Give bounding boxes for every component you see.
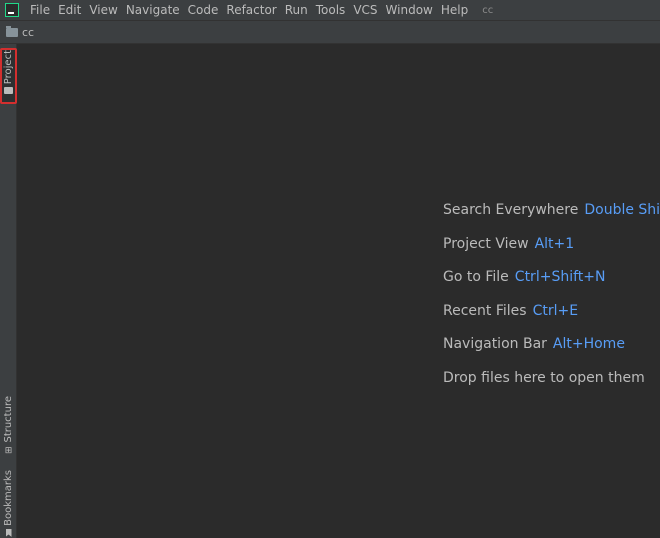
bookmark-icon [5, 528, 12, 537]
hint-drop-files: Drop files here to open them [443, 368, 660, 388]
menu-edit[interactable]: Edit [54, 3, 85, 17]
menu-window[interactable]: Window [382, 3, 437, 17]
hint-label: Project View [443, 235, 529, 252]
navigation-bar: cc [0, 20, 660, 44]
menu-view[interactable]: View [85, 3, 121, 17]
hint-shortcut: Alt+Home [552, 336, 625, 352]
structure-tool-label: Structure [3, 396, 14, 443]
hint-shortcut: Ctrl+E [532, 302, 579, 319]
project-tool-button[interactable]: Project [0, 48, 17, 104]
hint-label: Recent Files [443, 302, 527, 319]
window-title: cc [482, 4, 494, 16]
hint-recent-files: Recent Files Ctrl+E [443, 301, 660, 321]
structure-tool-button[interactable]: Structure ⊞ [0, 396, 17, 456]
project-tool-label: Project [3, 50, 14, 85]
menu-help[interactable]: Help [437, 3, 472, 17]
hint-label: Drop files here to open them [443, 369, 645, 386]
app-icon[interactable] [5, 3, 19, 17]
bookmarks-tool-button[interactable]: Bookmarks [0, 470, 17, 537]
menu-run[interactable]: Run [281, 3, 312, 17]
hint-shortcut: Alt+1 [534, 235, 575, 252]
structure-icon: ⊞ [4, 445, 13, 456]
menu-navigate[interactable]: Navigate [122, 3, 184, 17]
menu-file[interactable]: File [26, 3, 54, 17]
empty-editor-hints: Search Everywhere Double Shift Project Vi… [443, 200, 660, 401]
hint-navigation-bar: Navigation Bar Alt+Home [443, 334, 660, 354]
hint-label: Go to File [443, 269, 509, 285]
bookmarks-tool-label: Bookmarks [3, 470, 14, 526]
hint-label: Search Everywhere [443, 202, 579, 218]
menu-refactor[interactable]: Refactor [222, 3, 280, 17]
folder-icon [4, 87, 13, 95]
hint-shortcut: Double Shift [584, 202, 660, 218]
hint-shortcut: Ctrl+Shift+N [514, 269, 606, 285]
folder-icon [6, 25, 18, 37]
menu-code[interactable]: Code [184, 3, 223, 17]
hint-go-to-file: Go to File Ctrl+Shift+N [443, 267, 660, 287]
menu-bar: File Edit View Navigate Code Refactor Ru… [0, 0, 660, 20]
hint-label: Navigation Bar [443, 336, 547, 352]
hint-search-everywhere: Search Everywhere Double Shift [443, 200, 660, 220]
menu-tools[interactable]: Tools [312, 3, 350, 17]
menu-vcs[interactable]: VCS [349, 3, 381, 17]
breadcrumb-project[interactable]: cc [22, 26, 34, 39]
hint-project-view: Project View Alt+1 [443, 234, 660, 254]
left-tool-stripe: Project Structure ⊞ Bookmarks [0, 44, 17, 538]
